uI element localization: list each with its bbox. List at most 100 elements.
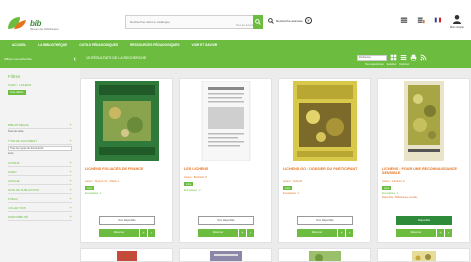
language-flag-icon[interactable] [434, 16, 442, 24]
nav-item-see-know[interactable]: Voir et savoir [192, 43, 218, 47]
add-to-basket-icon[interactable]: + [338, 229, 345, 237]
facet-language[interactable]: Langue + [8, 178, 72, 185]
search-box: Tous les documents [125, 15, 263, 29]
sort-select[interactable]: Pertinence [357, 54, 387, 61]
expand-icon[interactable]: + [70, 205, 72, 210]
card-actions: Réserver + ‹ [297, 229, 353, 237]
clear-filters-pill[interactable]: Tout effacer [8, 90, 26, 95]
add-to-basket-icon[interactable]: + [140, 229, 147, 237]
expand-icon[interactable]: + [70, 214, 72, 219]
reserve-button[interactable]: Réserver [198, 229, 238, 237]
logo-leaf-icon [6, 15, 28, 31]
facet-label: Langue [8, 179, 20, 183]
user-icon [453, 15, 461, 24]
book-cover-image[interactable] [206, 251, 246, 262]
list-icon[interactable] [400, 16, 408, 24]
add-to-basket-icon[interactable]: + [437, 229, 444, 237]
expand-icon[interactable]: + [70, 138, 72, 143]
result-card: Les lichens Auteur : Bertrand, P. Livre … [179, 78, 272, 243]
facet-library-value[interactable]: Tous les sites [8, 130, 80, 133]
help-icon[interactable]: ? [304, 17, 312, 24]
facet-doc-type[interactable]: Type de document + [8, 138, 72, 145]
nav-item-tools[interactable]: Outils pédagogiques [79, 43, 118, 47]
facet-label: Disponibilité [8, 215, 29, 219]
results-area: 15 résultats de la recherche Pertinence … [80, 50, 471, 262]
facet-library[interactable]: Bibliothèque + [8, 122, 72, 129]
reserve-button[interactable]: Réserver [297, 229, 337, 237]
grid-view-icon[interactable] [390, 54, 397, 61]
rss-icon[interactable] [420, 54, 427, 61]
facet-availability[interactable]: Disponibilité + [8, 214, 72, 221]
result-card [80, 248, 173, 262]
doc-type-badge: Livre [184, 182, 194, 186]
book-cover-image[interactable] [305, 251, 345, 262]
book-cover-image[interactable] [293, 81, 357, 161]
reserve-button[interactable]: Réserver [396, 229, 436, 237]
book-title[interactable]: Les lichens [184, 167, 270, 171]
account-link[interactable]: Mon compte [447, 14, 467, 29]
print-link[interactable]: Imprimer [399, 63, 409, 66]
share-icon[interactable]: ‹ [346, 229, 353, 237]
availability-button[interactable]: Non disponible [198, 216, 254, 225]
book-title[interactable]: Lichens : pour une reconnaissance sensib… [382, 167, 468, 176]
share-icon[interactable]: ‹ [445, 229, 452, 237]
share-icon[interactable]: ‹ [148, 229, 155, 237]
copies-count: Exemplaires : 1 [85, 192, 102, 195]
copies-count: Exemplaires : 1 [283, 192, 300, 195]
search-input[interactable] [126, 16, 246, 28]
book-author[interactable]: Auteur : Collectif [283, 180, 369, 183]
book-title[interactable]: Lichens foliacés de France [85, 167, 171, 171]
advanced-search-label: Recherche avancée [276, 18, 303, 23]
availability-button[interactable]: Non disponible [99, 216, 155, 225]
print-icon[interactable] [410, 54, 417, 61]
nav-item-library[interactable]: La bibliothèque [38, 43, 67, 47]
facet-date[interactable]: Date de publication + [8, 187, 72, 194]
search-button[interactable] [253, 15, 263, 29]
select-all-link[interactable]: Tout sélectionner [365, 63, 384, 66]
nav-item-home[interactable]: Accueil [12, 43, 26, 47]
expand-icon[interactable]: + [70, 122, 72, 127]
account-label: Mon compte [450, 26, 464, 29]
result-card [179, 248, 272, 262]
book-author[interactable]: Auteur : Dupont, M. ; Martin, L. [85, 180, 171, 183]
doc-type-badge: Livre [283, 186, 293, 190]
expand-icon[interactable]: + [70, 169, 72, 174]
availability-button[interactable]: Disponible [396, 216, 452, 225]
expand-icon[interactable]: + [70, 187, 72, 192]
doc-type-value[interactable]: Livre [8, 152, 80, 155]
doc-type-select[interactable]: Tous les types de documents [8, 146, 72, 151]
book-cover-image[interactable] [404, 251, 444, 262]
add-to-basket-icon[interactable]: + [239, 229, 246, 237]
facet-author[interactable]: Auteur + [8, 160, 72, 167]
availability-location: Disponible : Bibliothèque centrale [382, 196, 418, 199]
book-author[interactable]: Auteur : Gauthier, A. [382, 180, 468, 183]
expand-icon[interactable]: + [70, 160, 72, 165]
collapse-sidebar-icon[interactable]: ‹ [74, 56, 76, 63]
basket-icon[interactable] [417, 16, 425, 24]
result-card [377, 248, 470, 262]
book-cover-image[interactable] [107, 251, 147, 262]
facet-audience[interactable]: Public + [8, 196, 72, 203]
expand-icon[interactable]: + [70, 196, 72, 201]
book-title[interactable]: Lichens GO : dossier du participant [283, 167, 369, 171]
reserve-button[interactable]: Réserver [99, 229, 139, 237]
nav-item-resources[interactable]: Ressources pédagogiques [130, 43, 179, 47]
share-icon[interactable]: ‹ [247, 229, 254, 237]
advanced-search-link[interactable]: Recherche avancée ? [268, 17, 312, 24]
result-card: Lichens GO : dossier du participant Aute… [278, 78, 371, 243]
copies-count: Exemplaires : 1 [382, 192, 399, 195]
copies-count: Exemplaires : 2 [184, 189, 201, 192]
list-view-icon[interactable] [400, 54, 407, 61]
result-card: Lichens : pour une reconnaissance sensib… [377, 78, 470, 243]
book-cover-image[interactable] [392, 81, 456, 161]
facet-subject[interactable]: Sujet + [8, 169, 72, 176]
book-cover-image[interactable] [194, 81, 258, 161]
book-author[interactable]: Auteur : Bertrand, P. [184, 176, 270, 179]
facet-collection[interactable]: Collection + [8, 205, 72, 212]
expand-icon[interactable]: + [70, 178, 72, 183]
results-tools: Pertinence [357, 54, 427, 61]
export-link[interactable]: Exporter [387, 63, 396, 66]
main-nav: Accueil La bibliothèque Outils pédagogiq… [0, 40, 471, 50]
availability-button[interactable]: Non disponible [297, 216, 353, 225]
book-cover-image[interactable] [95, 81, 159, 161]
